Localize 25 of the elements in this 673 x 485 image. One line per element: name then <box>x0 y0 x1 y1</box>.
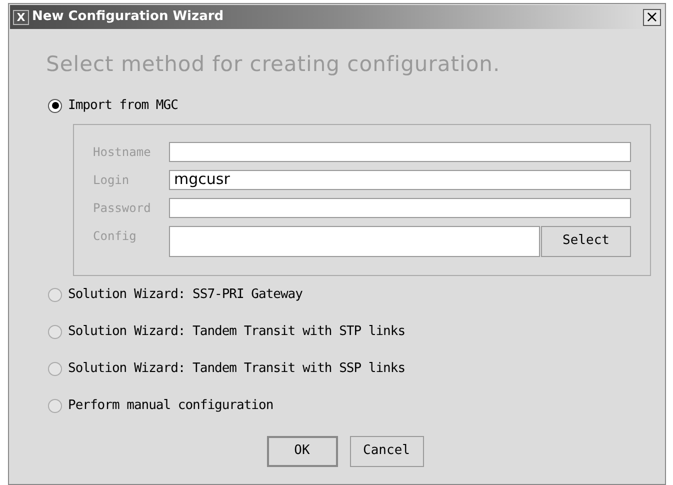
option-label: Solution Wizard: SS7-PRI Gateway <box>68 286 302 304</box>
radio-button[interactable] <box>48 324 62 338</box>
radio-button[interactable] <box>48 398 62 412</box>
ok-button[interactable]: OK <box>266 436 338 466</box>
field-label: Login <box>93 172 130 189</box>
text-field[interactable] <box>169 142 631 162</box>
option-label: Import from MGC <box>68 96 178 115</box>
field-label: Config <box>93 228 138 245</box>
heading: Select method for creating configuration. <box>46 51 502 78</box>
cancel-button[interactable]: Cancel <box>350 436 424 466</box>
text-field[interactable] <box>169 198 631 218</box>
field-label: Password <box>93 200 152 216</box>
radio-button[interactable] <box>48 98 62 112</box>
window-title: New Configuration Wizard <box>32 8 224 26</box>
option-label: Solution Wizard: Tandem Transit with SSP links <box>68 360 406 378</box>
close-button[interactable]: × <box>643 8 661 26</box>
text-field[interactable]: mgcusr <box>169 170 631 190</box>
option-label: Perform manual configuration <box>68 396 274 415</box>
text-field[interactable] <box>169 226 540 256</box>
radio-button[interactable] <box>48 288 62 302</box>
select-button[interactable]: Select <box>541 226 631 256</box>
option-label: Solution Wizard: Tandem Transit with STP links <box>68 322 406 341</box>
field-label: Hostname <box>93 144 152 160</box>
app-icon: X <box>13 10 29 24</box>
radio-button[interactable] <box>48 362 62 376</box>
